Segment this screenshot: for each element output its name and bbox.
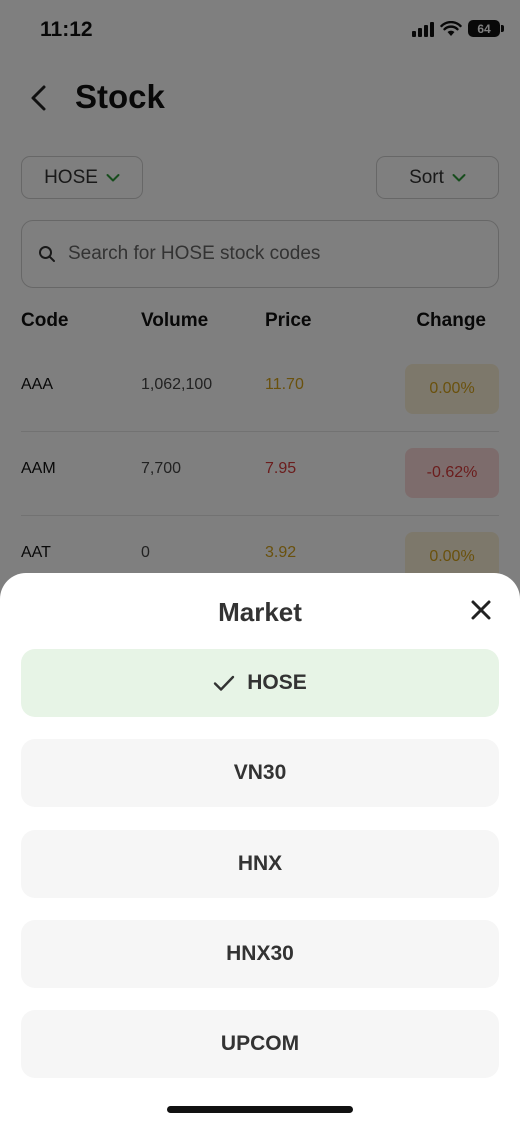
option-label: VN30	[233, 761, 287, 784]
option-label: HOSE	[247, 671, 307, 694]
sheet-title: Market	[218, 597, 302, 627]
market-bottom-sheet: Market HOSE VN30 HNX HNX30 UPCOM	[0, 573, 520, 1125]
market-option-hose[interactable]: HOSE	[21, 649, 499, 717]
close-icon[interactable]	[470, 599, 492, 621]
check-icon	[214, 675, 235, 691]
market-option-upcom[interactable]: UPCOM	[21, 1010, 499, 1078]
market-option-vn30[interactable]: VN30	[21, 739, 499, 807]
market-option-hnx30[interactable]: HNX30	[21, 920, 499, 988]
home-indicator	[167, 1106, 353, 1113]
option-label: HNX30	[226, 942, 294, 965]
option-label: UPCOM	[220, 1032, 300, 1055]
option-label: HNX	[237, 852, 283, 875]
market-option-hnx[interactable]: HNX	[21, 830, 499, 898]
